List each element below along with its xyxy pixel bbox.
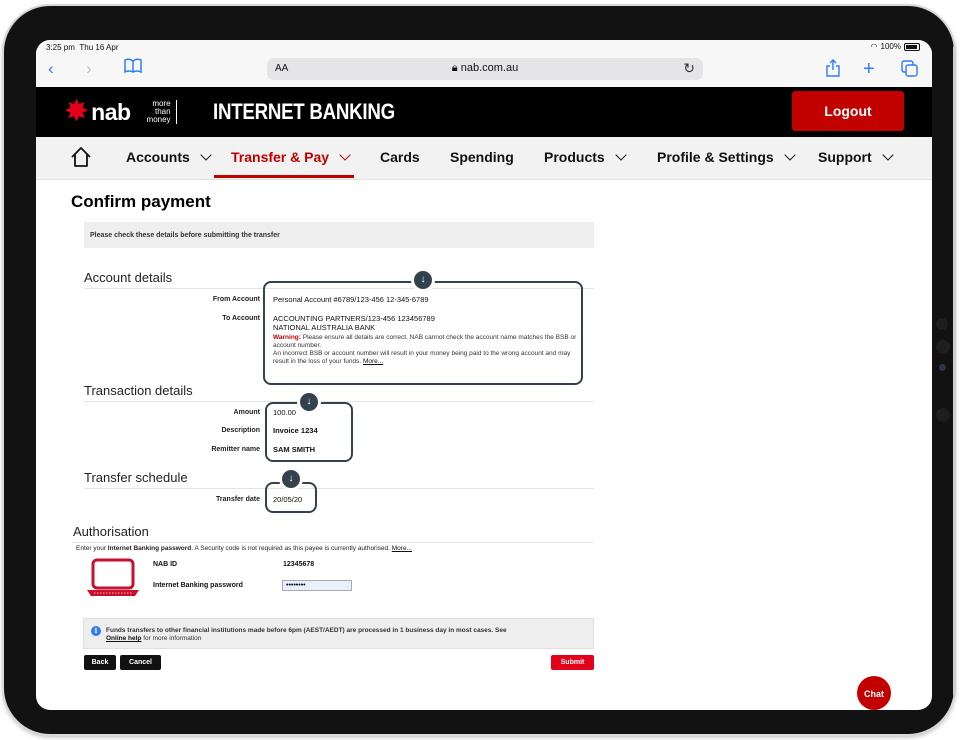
arrow-down-icon: ↓ (300, 393, 318, 411)
logout-button[interactable]: Logout (792, 91, 904, 131)
logo-text: nab (91, 98, 131, 125)
wifi-icon: ◠ (870, 42, 878, 51)
section-transfer-schedule: Transfer schedule (84, 470, 188, 485)
back-icon[interactable]: ‹ (48, 58, 54, 80)
chevron-down-icon (881, 149, 894, 161)
browser-toolbar: ‹ › AA 🔒︎ nab.com.au ↻ + (36, 54, 932, 88)
section-authorisation: Authorisation (73, 524, 149, 539)
camera-sensor (936, 318, 948, 330)
section-transaction-details: Transaction details (84, 383, 193, 398)
remitter-label: Remitter name (211, 446, 260, 453)
divider (73, 542, 593, 543)
nav-spending[interactable]: Spending (450, 149, 514, 165)
reload-icon[interactable]: ↻ (683, 60, 695, 77)
address-bar[interactable]: AA 🔒︎ nab.com.au ↻ (267, 58, 703, 80)
forward-icon[interactable]: › (86, 58, 92, 80)
lock-icon: 🔒︎ (451, 62, 458, 74)
chat-button[interactable]: Chat (857, 676, 891, 710)
page-title: Confirm payment (71, 192, 211, 211)
to-account-label: To Account (222, 315, 260, 322)
laptop-icon (86, 558, 140, 603)
nab-logo[interactable]: ✸ nab more than money (64, 97, 177, 127)
highlight-account-box (263, 281, 583, 385)
info-banner: i Funds transfers to other financial ins… (83, 618, 594, 649)
tabs-icon[interactable] (901, 60, 918, 83)
back-button[interactable]: Back (84, 655, 116, 670)
info-icon: i (91, 626, 101, 636)
authorisation-more-link[interactable]: More... (392, 545, 412, 552)
cancel-button[interactable]: Cancel (120, 655, 161, 670)
from-account-label: From Account (212, 296, 260, 303)
battery-icon (904, 42, 920, 51)
status-date: Thu 16 Apr (79, 43, 119, 52)
tablet-edge (953, 46, 956, 696)
camera-lens (939, 364, 946, 371)
description-label: Description (221, 427, 260, 434)
camera-sensor (936, 408, 950, 422)
nab-id-label: NAB ID (153, 561, 178, 568)
site-title: INTERNET BANKING (213, 99, 395, 124)
online-help-link[interactable]: Online help (106, 635, 141, 642)
new-tab-icon[interactable]: + (863, 58, 875, 80)
section-account-details: Account details (84, 270, 173, 285)
nav-cards[interactable]: Cards (380, 149, 420, 165)
url-text: nab.com.au (460, 62, 519, 74)
transfer-date-label: Transfer date (216, 496, 260, 503)
active-tab-indicator (214, 175, 354, 178)
chevron-down-icon (200, 149, 212, 161)
nav-products[interactable]: Products (544, 149, 627, 165)
highlight-transaction-box (265, 402, 353, 462)
home-icon[interactable] (70, 146, 92, 173)
main-nav: Accounts Transfer & Pay Cards Spending P… (36, 137, 932, 180)
share-icon[interactable] (826, 59, 840, 83)
tagline: more than money (147, 100, 177, 124)
submit-button[interactable]: Submit (551, 655, 594, 670)
password-input[interactable] (282, 580, 352, 591)
arrow-down-icon: ↓ (414, 271, 432, 289)
password-label: Internet Banking password (153, 582, 243, 589)
divider (84, 488, 594, 489)
chevron-down-icon (615, 149, 627, 161)
authorisation-instructions: Enter your Internet Banking password. A … (76, 545, 412, 552)
chevron-down-icon (339, 149, 351, 161)
status-time: 3:25 pm (46, 43, 75, 52)
camera-sensor (936, 340, 950, 354)
nav-transfer-pay[interactable]: Transfer & Pay (231, 149, 351, 165)
nav-accounts[interactable]: Accounts (126, 149, 212, 165)
bookmarks-icon[interactable] (124, 58, 142, 80)
status-bar: 3:25 pm Thu 16 Apr ◠ 100% (36, 40, 932, 54)
battery-percent: 100% (880, 42, 901, 51)
nab-star-icon: ✸ (64, 95, 90, 128)
nav-profile-settings[interactable]: Profile & Settings (657, 149, 796, 165)
site-header: ✸ nab more than money INTERNET BANKING L… (36, 87, 932, 137)
chevron-down-icon (784, 149, 796, 161)
notice-banner: Please check these details before submit… (84, 222, 594, 248)
nab-id-value: 12345678 (283, 561, 315, 568)
arrow-down-icon: ↓ (282, 470, 300, 488)
amount-label: Amount (233, 409, 260, 416)
nav-support[interactable]: Support (818, 149, 894, 165)
